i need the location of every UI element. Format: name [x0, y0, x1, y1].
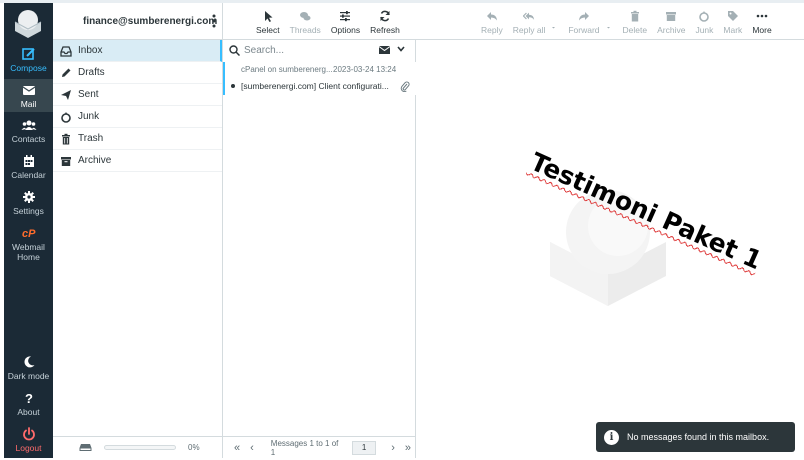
folder-trash[interactable]: Trash: [53, 128, 222, 150]
last-page-button[interactable]: »: [405, 442, 411, 454]
refresh-icon: [380, 10, 390, 22]
message-list-panel: Select Threads Options Refresh Search...…: [223, 3, 416, 458]
trash-icon: [62, 133, 70, 144]
nav-dark-mode[interactable]: Dark mode: [4, 355, 53, 381]
nav-contacts-label: Contacts: [11, 134, 46, 144]
calendar-icon: [23, 155, 34, 167]
folder-archive[interactable]: Archive: [53, 150, 222, 172]
power-icon: [22, 427, 35, 441]
account-email: finance@sumberenergi.com: [83, 15, 218, 27]
folder-label: Sent: [78, 89, 99, 100]
nav-webmail-home[interactable]: cP Webmail Home: [4, 226, 53, 262]
moon-icon: [23, 356, 34, 368]
nav-webmail-label-1: Webmail: [12, 242, 45, 252]
search-bar[interactable]: Search...: [223, 40, 416, 60]
folder-panel-header: finance@sumberenergi.com: [53, 3, 222, 40]
pencil-icon: [62, 68, 71, 77]
envelope-filter-icon[interactable]: [379, 46, 390, 54]
nav-about-label: About: [17, 407, 40, 417]
nav-contacts[interactable]: Contacts: [4, 118, 53, 144]
nav-compose-label: Compose: [10, 63, 47, 73]
folder-inbox[interactable]: Inbox: [53, 40, 222, 62]
chat-bubbles-icon: [300, 12, 311, 21]
prev-page-button[interactable]: ‹: [250, 442, 254, 454]
folder-sent[interactable]: Sent: [53, 84, 222, 106]
nav-settings-label: Settings: [13, 206, 44, 216]
first-page-button[interactable]: «: [234, 442, 240, 454]
nav-settings[interactable]: Settings: [4, 190, 53, 216]
nav-mail-label: Mail: [20, 99, 37, 109]
search-icon: [229, 44, 240, 56]
pagination-text: Messages 1 to 1 of 1: [270, 438, 339, 457]
quota-percent: 0%: [188, 443, 200, 452]
folder-label: Archive: [78, 155, 112, 166]
svg-text:?: ?: [25, 391, 33, 405]
select-button[interactable]: Select: [256, 10, 280, 35]
nav-calendar[interactable]: Calendar: [4, 154, 53, 180]
unread-dot-icon: [231, 84, 235, 88]
nav-mail[interactable]: Mail: [4, 79, 53, 112]
folder-label: Trash: [78, 133, 104, 144]
list-toolbar: Select Threads Options Refresh: [223, 3, 416, 40]
question-icon: ?: [25, 391, 33, 405]
toast-message: No messages found in this mailbox.: [627, 432, 770, 442]
cpanel-icon: cP: [22, 228, 36, 240]
paper-plane-icon: [61, 89, 71, 100]
hard-drive-icon: [79, 444, 92, 451]
fire-icon: [61, 111, 71, 123]
search-input[interactable]: Search...: [244, 45, 284, 56]
folder-label: Drafts: [78, 67, 105, 78]
folder-junk[interactable]: Junk: [53, 106, 222, 128]
folder-panel: finance@sumberenergi.com Inbox Drafts Se…: [53, 3, 223, 458]
kebab-menu-icon[interactable]: [212, 14, 216, 28]
nav-dark-mode-label: Dark mode: [7, 371, 50, 381]
inbox-icon: [60, 45, 72, 57]
gear-icon: [22, 191, 35, 203]
folder-drafts[interactable]: Drafts: [53, 62, 222, 84]
refresh-button[interactable]: Refresh: [370, 10, 400, 35]
nav-about[interactable]: ? About: [4, 391, 53, 417]
message-subject: [sumberenergi.com] Client configurati...: [241, 81, 389, 91]
refresh-label: Refresh: [370, 25, 400, 35]
message-from: cPanel on sumberenerg...: [241, 65, 333, 74]
nav-calendar-label: Calendar: [11, 170, 46, 180]
paperclip-icon: [400, 81, 410, 92]
quota-bar: [104, 445, 176, 450]
svg-text:cP: cP: [22, 228, 36, 240]
webmail-app: Compose Mail Contacts Calendar Settings …: [0, 0, 804, 460]
info-icon: i: [604, 429, 619, 445]
nav-webmail-label-2: Home: [17, 252, 40, 262]
message-date: 2023-03-24 13:24: [333, 65, 397, 74]
options-label: Options: [330, 25, 361, 35]
compose-icon: [21, 48, 35, 60]
chevron-down-icon[interactable]: [397, 46, 405, 52]
page-number-input[interactable]: 1: [351, 440, 377, 455]
sliders-icon: [340, 11, 351, 22]
nav-compose[interactable]: Compose: [4, 47, 53, 73]
threads-label: Threads: [289, 25, 321, 35]
message-row[interactable]: cPanel on sumberenerg... 2023-03-24 13:2…: [223, 62, 416, 95]
nav-logout[interactable]: Logout: [4, 427, 53, 453]
options-button[interactable]: Options: [331, 10, 360, 35]
users-icon: [21, 120, 36, 130]
notification-toast[interactable]: i No messages found in this mailbox.: [596, 422, 795, 452]
nav-logout-label: Logout: [15, 443, 42, 453]
cursor-arrow-icon: [264, 11, 273, 22]
envelope-icon: [22, 86, 35, 95]
folder-label: Inbox: [78, 45, 103, 56]
pagination-footer: « ‹ Messages 1 to 1 of 1 1 › »: [223, 436, 416, 458]
archive-box-icon: [61, 156, 71, 166]
threads-button[interactable]: Threads: [290, 10, 321, 35]
select-label: Select: [256, 25, 280, 35]
main-nav: Compose Mail Contacts Calendar Settings …: [4, 3, 53, 458]
quota-footer: 0%: [53, 436, 223, 458]
next-page-button[interactable]: ›: [391, 442, 395, 454]
folder-label: Junk: [78, 111, 100, 122]
roundcube-logo-icon[interactable]: [12, 6, 44, 38]
